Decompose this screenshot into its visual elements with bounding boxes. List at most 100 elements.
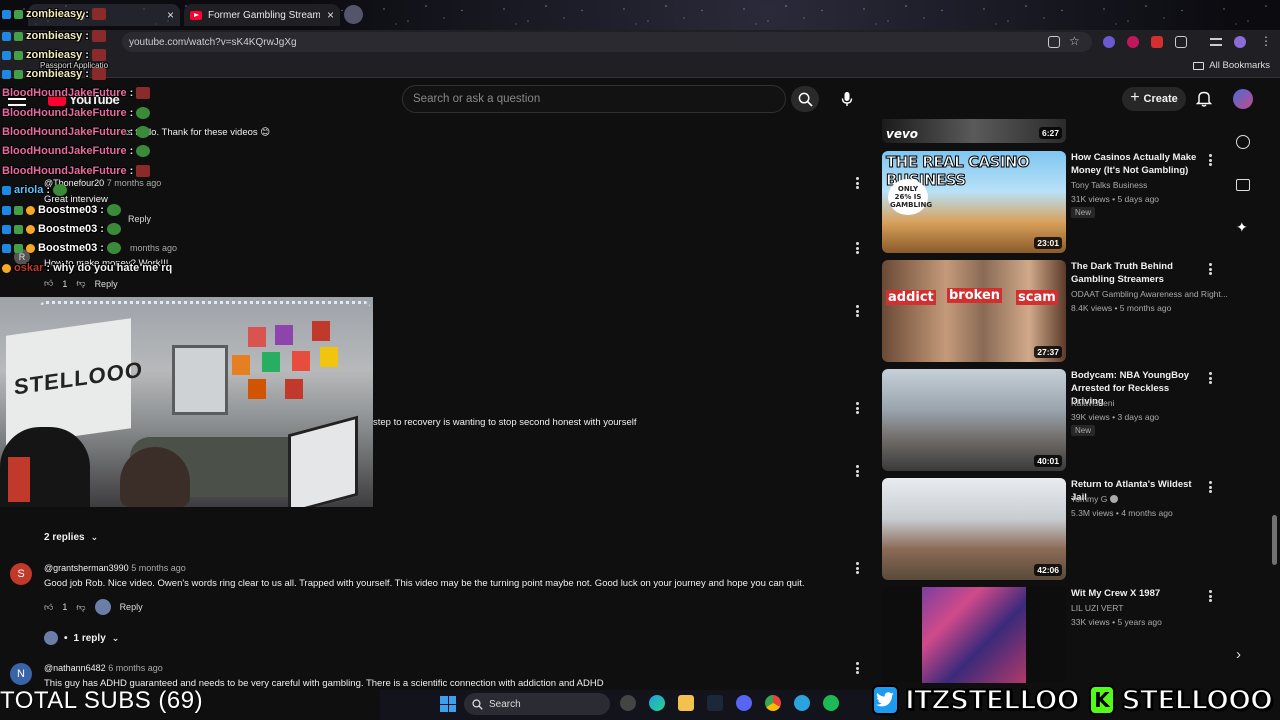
sparkle-icon[interactable]: ✦ — [1236, 219, 1248, 236]
chevron-right-icon[interactable]: › — [1236, 646, 1241, 663]
windows-start-icon[interactable] — [440, 696, 456, 712]
spotify-icon[interactable] — [823, 695, 839, 711]
show-replies-button[interactable]: • 1 reply ⌄ — [44, 631, 119, 645]
chrome-icon[interactable] — [765, 695, 781, 711]
comment-author[interactable]: @nathann6482 — [44, 663, 106, 673]
chat-username: zombieasy — [26, 30, 83, 42]
video-menu-icon[interactable] — [1208, 590, 1212, 602]
extension-icon[interactable] — [1103, 36, 1115, 48]
video-thumbnail[interactable]: 40:01 — [882, 369, 1066, 471]
comment-menu-icon[interactable] — [855, 662, 859, 674]
like-icon[interactable]: 👍︎ — [44, 602, 53, 613]
close-icon[interactable]: × — [327, 8, 334, 22]
telegram-icon[interactable] — [794, 695, 810, 711]
comment-time[interactable]: 6 months ago — [108, 663, 163, 673]
chat-message: : why do you hate me rq — [46, 262, 173, 274]
tab-youtube-video[interactable]: Former Gambling Streamer EX... × — [184, 4, 340, 26]
comment-menu-icon[interactable] — [855, 562, 859, 574]
video-channel[interactable]: LIL UZI VERT — [1071, 603, 1123, 613]
video-duration: 27:37 — [1034, 346, 1062, 358]
comment-menu-icon[interactable] — [855, 305, 859, 317]
video-card-partial[interactable]: vevo 6:27 — [882, 119, 1222, 143]
dislike-icon[interactable]: 👎︎ — [76, 602, 85, 613]
search-button[interactable] — [791, 86, 819, 112]
comment-avatar[interactable]: N — [10, 663, 32, 685]
chat-emote-icon — [136, 145, 151, 157]
extension-record-icon[interactable] — [1151, 36, 1163, 48]
comment-time[interactable]: months ago — [130, 243, 177, 253]
comment-menu-icon[interactable] — [855, 402, 859, 414]
video-thumbnail[interactable]: THE REAL CASINO BUSINESS ONLY 26% IS GAM… — [882, 151, 1066, 253]
discord-icon[interactable] — [736, 695, 752, 711]
chat-message: : — [100, 204, 104, 216]
video-channel[interactable]: Tony Talks Business — [1071, 180, 1147, 190]
bookmark-star-icon[interactable]: ☆ — [1069, 34, 1081, 48]
taskbar-search[interactable]: Search — [464, 693, 610, 715]
close-icon[interactable]: × — [167, 8, 174, 22]
show-replies-button[interactable]: 2 replies ⌄ — [44, 532, 98, 543]
comment-menu-icon[interactable] — [855, 242, 859, 254]
scrollbar[interactable] — [1272, 515, 1277, 565]
video-title[interactable]: Wit My Crew X 1987 — [1071, 587, 1199, 600]
comment-author[interactable]: @grantsherman3990 — [44, 563, 129, 573]
video-channel[interactable]: ODAAT Gambling Awareness and Right... — [1071, 289, 1228, 299]
chat-badge-icon — [26, 205, 35, 215]
chat-username: Boostme03 — [38, 242, 98, 254]
extension-shield-icon[interactable] — [1127, 36, 1139, 48]
address-bar[interactable]: youtube.com/watch?v=sK4KQrwJgXg — [122, 32, 1092, 52]
chat-message: : — [129, 87, 134, 99]
chat-emote-icon — [91, 30, 106, 42]
video-thumbnail[interactable]: vevo 6:27 — [882, 119, 1066, 143]
install-icon[interactable] — [1048, 36, 1060, 48]
comment-menu-icon[interactable] — [855, 465, 859, 477]
plus-icon: + — [1130, 89, 1140, 106]
video-menu-icon[interactable] — [1208, 263, 1212, 275]
info-icon[interactable] — [1236, 135, 1250, 149]
chat-username: BloodHoundJakeFuture — [2, 145, 127, 157]
chat-message: : — [129, 107, 134, 119]
reading-list-icon[interactable] — [1210, 38, 1222, 46]
extensions-puzzle-icon[interactable] — [1175, 36, 1187, 48]
search-input[interactable]: Search or ask a question — [402, 85, 786, 113]
chat-badge-icon — [14, 205, 23, 215]
menu-kebab-icon[interactable]: ⋮ — [1260, 34, 1272, 48]
steam-icon[interactable] — [707, 695, 723, 711]
new-tab-button[interactable] — [344, 5, 363, 24]
creator-heart-avatar — [94, 599, 111, 615]
video-menu-icon[interactable] — [1208, 372, 1212, 384]
chat-username: BloodHoundJakeFuture — [2, 126, 127, 138]
video-thumbnail[interactable] — [882, 587, 1066, 683]
reply-button[interactable]: Reply — [95, 279, 118, 289]
video-channel[interactable]: Kalavisheni — [1071, 398, 1114, 408]
dislike-icon[interactable]: 👎︎ — [76, 278, 85, 289]
chat-badge-icon — [14, 224, 23, 234]
comment-time[interactable]: 7 months ago — [107, 178, 162, 188]
reply-button[interactable]: Reply — [128, 214, 151, 224]
create-button[interactable]: + Create — [1122, 87, 1186, 111]
edge-icon[interactable] — [649, 695, 665, 711]
video-thumbnail[interactable]: 42:06 — [882, 478, 1066, 580]
bell-icon — [1196, 91, 1212, 107]
video-title[interactable]: The Dark Truth Behind Gambling Streamers — [1071, 260, 1199, 286]
reply-button[interactable]: Reply — [120, 602, 143, 612]
comment-avatar[interactable]: S — [10, 563, 32, 585]
account-avatar[interactable] — [1233, 89, 1253, 109]
comment-time[interactable]: 5 months ago — [131, 563, 186, 573]
notifications-button[interactable] — [1196, 90, 1212, 107]
voice-search-button[interactable] — [834, 86, 860, 112]
chat-line: Boostme03: — [2, 204, 121, 216]
video-channel[interactable]: Tommy G — [1071, 494, 1119, 504]
chat-message: : — [85, 8, 89, 20]
like-icon[interactable]: 👍︎ — [44, 278, 53, 289]
video-thumbnail[interactable]: addict broken scam 27:37 — [882, 260, 1066, 362]
twitter-handle: ITZSTELLOO — [904, 684, 1081, 717]
all-bookmarks[interactable]: All Bookmarks — [1193, 60, 1270, 71]
obs-icon[interactable] — [620, 695, 636, 711]
video-menu-icon[interactable] — [1208, 481, 1212, 493]
video-title[interactable]: How Casinos Actually Make Money (It's No… — [1071, 151, 1199, 177]
video-menu-icon[interactable] — [1208, 154, 1212, 166]
comment-menu-icon[interactable] — [855, 177, 859, 189]
chat-icon[interactable] — [1236, 179, 1250, 191]
profile-icon[interactable] — [1234, 36, 1246, 48]
file-explorer-icon[interactable] — [678, 695, 694, 711]
